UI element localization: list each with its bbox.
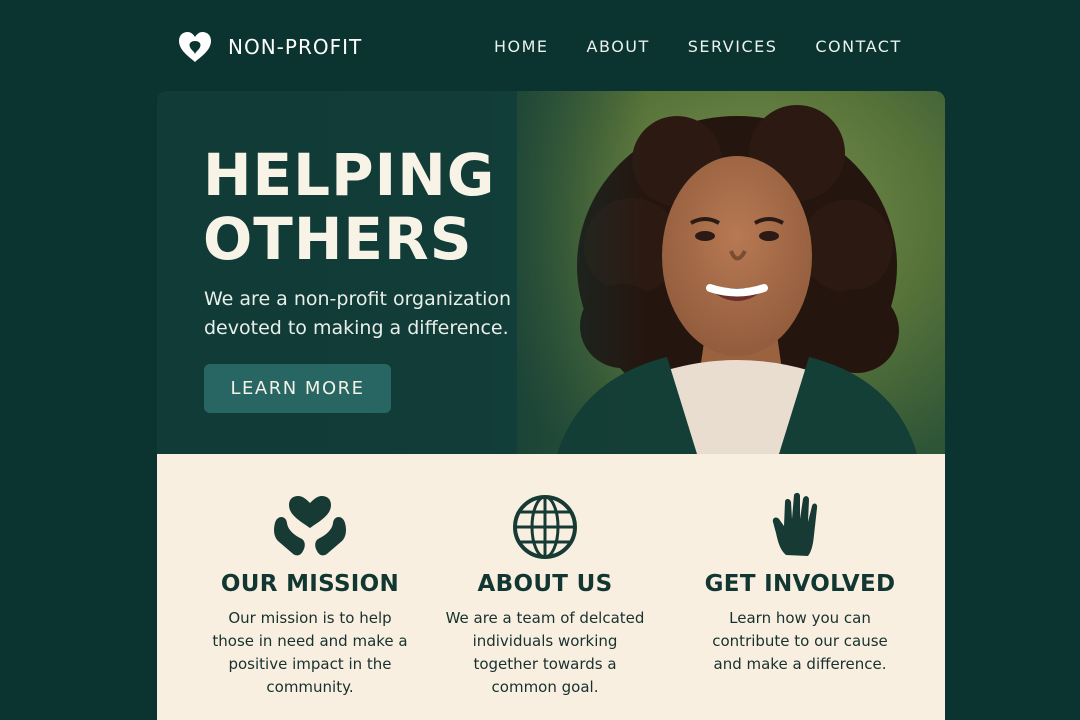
nav-contact[interactable]: CONTACT [815,37,901,56]
globe-icon [513,495,577,559]
nav-home[interactable]: HOME [494,37,549,56]
feature-text: Our mission is to help those in need and… [212,609,408,696]
nav-services[interactable]: SERVICES [688,37,778,56]
brand-name: NON-PROFIT [228,35,363,59]
feature-get-involved: GET INVOLVED Learn how you can contribut… [675,454,925,720]
top-navigation: NON-PROFIT HOME ABOUT SERVICES CONTACT [0,0,1080,92]
main-menu: HOME ABOUT SERVICES CONTACT [494,37,902,56]
hero-subtitle: We are a non-profit organization devoted… [204,288,512,339]
feature-about-us: ABOUT US We are a team of delcated indiv… [420,454,670,720]
feature-text: Learn how you can contribute to our caus… [712,609,888,673]
heart-hands-icon [274,496,346,556]
brand-logo[interactable]: NON-PROFIT [176,30,362,64]
hero-photo-woman [517,91,945,454]
heart-icon [179,32,211,62]
hero-title: HELPING OTHERS [203,141,496,273]
features-section: OUR MISSION Our mission is to help those… [157,454,945,720]
feature-title: OUR MISSION [220,571,400,597]
feature-title: ABOUT US [477,571,613,597]
feature-our-mission: OUR MISSION Our mission is to help those… [185,454,435,720]
learn-more-button[interactable]: LEARN MORE [204,364,391,413]
feature-text: We are a team of delcated individuals wo… [445,609,645,696]
hand-icon [772,492,818,556]
feature-title: GET INVOLVED [704,571,896,597]
nav-about[interactable]: ABOUT [587,37,650,56]
hero-banner: HELPING OTHERS We are a non-profit organ… [157,91,945,454]
